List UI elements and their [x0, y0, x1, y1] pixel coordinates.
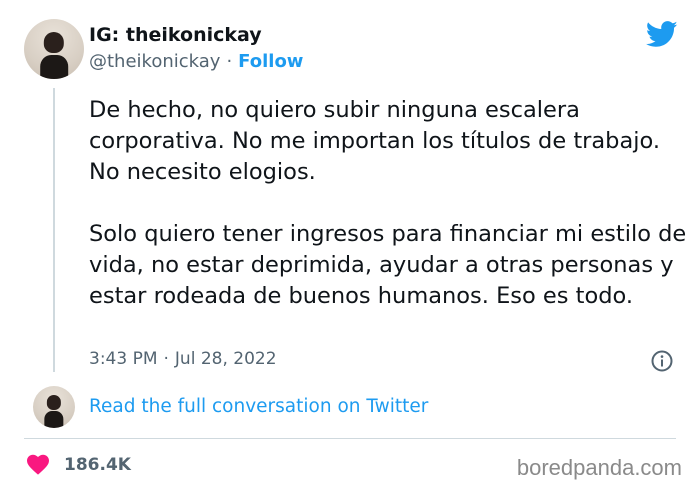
follow-button[interactable]: Follow	[238, 51, 303, 72]
info-icon[interactable]	[650, 349, 674, 373]
avatar-head-shape	[43, 32, 65, 53]
site-watermark: boredpanda.com	[516, 455, 682, 480]
timestamp-separator: ·	[163, 349, 169, 369]
tweet-body: De hecho, no quiero subir ninguna escale…	[89, 95, 689, 312]
read-conversation-link[interactable]: Read the full conversation on Twitter	[89, 396, 428, 417]
thread-connector-line	[53, 88, 55, 372]
author-handle-row: @theikonickay · Follow	[89, 51, 303, 72]
avatar-body-shape	[44, 411, 64, 428]
footer-divider	[24, 438, 676, 439]
avatar-head-shape	[46, 395, 62, 410]
twitter-bird-icon[interactable]	[646, 21, 678, 48]
tweet-date[interactable]: Jul 28, 2022	[175, 349, 277, 369]
handle-separator: ·	[226, 51, 233, 72]
author-display-name[interactable]: IG: theikonickay	[89, 24, 262, 46]
tweet-paragraph: Solo quiero tener ingresos para financia…	[89, 221, 687, 309]
avatar-body-shape	[40, 55, 68, 79]
conversation-avatar[interactable]	[33, 386, 75, 428]
author-avatar[interactable]	[24, 19, 84, 79]
author-handle[interactable]: @theikonickay	[89, 51, 220, 72]
heart-icon[interactable]	[26, 453, 50, 475]
tweet-paragraph: De hecho, no quiero subir ninguna escale…	[89, 97, 661, 185]
like-count[interactable]: 186.4K	[64, 455, 131, 475]
tweet-time[interactable]: 3:43 PM	[89, 349, 158, 369]
tweet-timestamp[interactable]: 3:43 PM · Jul 28, 2022	[89, 349, 277, 369]
